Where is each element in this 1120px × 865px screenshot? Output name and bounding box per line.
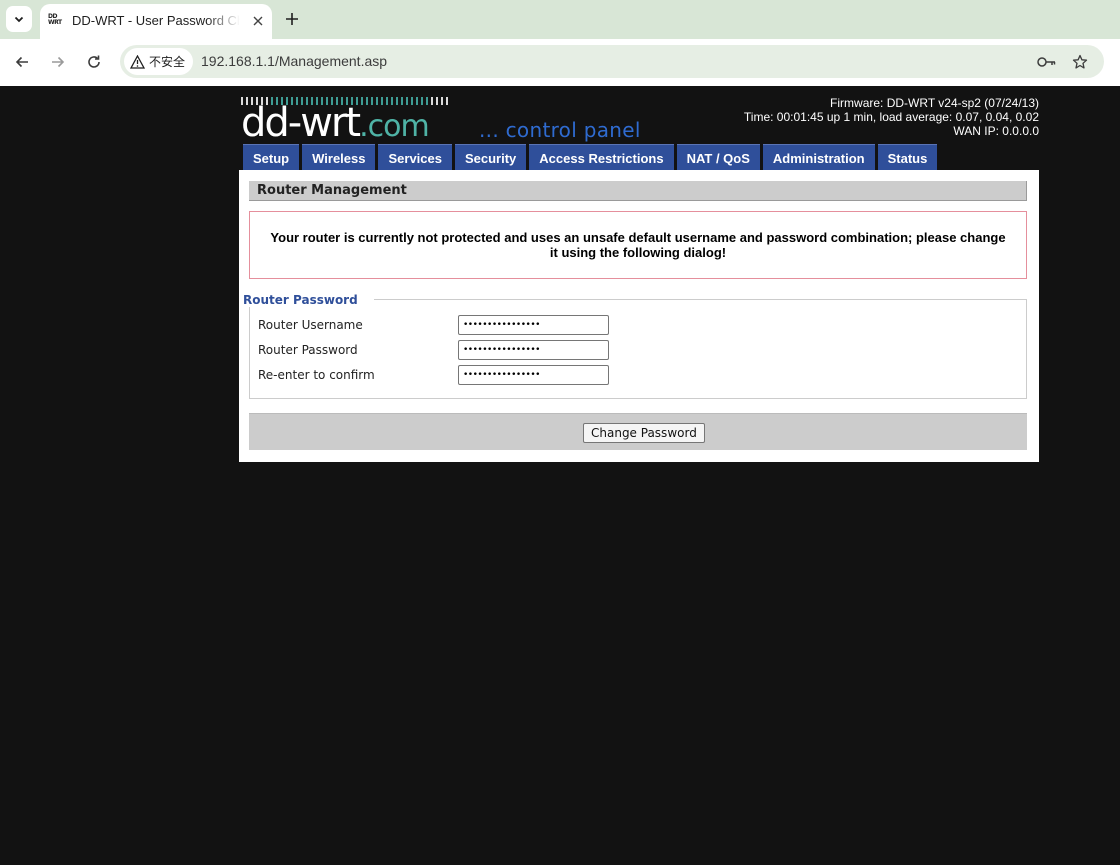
firmware-info: Firmware: DD-WRT v24-sp2 (07/24/13) bbox=[830, 96, 1039, 110]
wan-ip-info: WAN IP: 0.0.0.0 bbox=[953, 124, 1039, 138]
confirm-row: Re-enter to confirm •••••••••••••••• bbox=[258, 365, 1018, 385]
change-password-button[interactable]: Change Password bbox=[583, 423, 705, 443]
router-info: Firmware: DD-WRT v24-sp2 (07/24/13) Time… bbox=[744, 96, 1039, 138]
menu-status[interactable]: Status bbox=[877, 144, 938, 171]
username-field[interactable]: •••••••••••••••• bbox=[458, 315, 609, 335]
router-password-fieldset: Router Username •••••••••••••••• Router … bbox=[249, 299, 1027, 399]
reload-button[interactable] bbox=[82, 50, 106, 74]
security-indicator[interactable]: 不安全 bbox=[124, 48, 194, 75]
address-bar[interactable]: 不安全 192.168.1.1/Management.asp bbox=[120, 45, 1104, 78]
password-key-button[interactable] bbox=[1036, 51, 1058, 73]
browser-tab-bar: DD WRT DD-WRT - User Password Change bbox=[0, 0, 1120, 39]
password-row: Router Password •••••••••••••••• bbox=[258, 340, 1018, 360]
ddwrt-logo: dd-wrt.com ... control panel bbox=[241, 97, 671, 144]
menu-administration[interactable]: Administration bbox=[762, 144, 875, 171]
forward-button[interactable] bbox=[46, 50, 70, 74]
warning-text: Your router is currently not protected a… bbox=[270, 230, 1006, 260]
arrow-right-icon bbox=[52, 56, 65, 68]
ddwrt-favicon-icon: DD WRT bbox=[48, 14, 63, 29]
warning-triangle-icon bbox=[130, 54, 145, 69]
section-title: Router Management bbox=[249, 181, 1027, 201]
chevron-down-icon bbox=[14, 16, 24, 23]
menu-wireless[interactable]: Wireless bbox=[302, 144, 376, 171]
content-panel: Router Management Your router is current… bbox=[239, 170, 1039, 462]
menu-access-restrictions[interactable]: Access Restrictions bbox=[529, 144, 674, 171]
url-text[interactable]: 192.168.1.1/Management.asp bbox=[201, 52, 387, 71]
main-menu: Setup Wireless Services Security Access … bbox=[243, 144, 938, 171]
username-row: Router Username •••••••••••••••• bbox=[258, 315, 1018, 335]
reload-icon bbox=[88, 55, 100, 68]
tab-search-button[interactable] bbox=[6, 6, 32, 32]
logo-word-suffix: .com bbox=[359, 109, 430, 144]
menu-nat-qos[interactable]: NAT / QoS bbox=[676, 144, 760, 171]
username-label: Router Username bbox=[258, 318, 363, 332]
control-panel-label: ... control panel bbox=[479, 118, 641, 142]
confirm-password-field[interactable]: •••••••••••••••• bbox=[458, 365, 609, 385]
tab-close-button[interactable] bbox=[248, 11, 268, 31]
fieldset-legend: Router Password bbox=[243, 293, 374, 307]
uptime-info: Time: 00:01:45 up 1 min, load average: 0… bbox=[743, 110, 1039, 124]
menu-services[interactable]: Services bbox=[378, 144, 452, 171]
confirm-label: Re-enter to confirm bbox=[258, 368, 375, 382]
password-field[interactable]: •••••••••••••••• bbox=[458, 340, 609, 360]
button-bar: Change Password bbox=[249, 413, 1027, 450]
bookmark-button[interactable] bbox=[1069, 51, 1091, 73]
arrow-left-icon bbox=[15, 56, 28, 68]
close-icon bbox=[253, 16, 263, 26]
browser-tab-active[interactable]: DD WRT DD-WRT - User Password Change bbox=[40, 4, 272, 39]
security-label: 不安全 bbox=[149, 54, 186, 69]
back-button[interactable] bbox=[10, 50, 34, 74]
plus-icon bbox=[286, 13, 298, 25]
tab-title: DD-WRT - User Password Change bbox=[72, 13, 240, 28]
menu-setup[interactable]: Setup bbox=[243, 144, 300, 171]
favicon-text-2: WRT bbox=[48, 19, 62, 26]
new-tab-button[interactable] bbox=[281, 8, 303, 30]
logo-wordmark: dd-wrt.com bbox=[241, 100, 430, 147]
browser-toolbar: 不安全 192.168.1.1/Management.asp bbox=[0, 39, 1120, 86]
key-icon bbox=[1037, 57, 1056, 67]
star-icon bbox=[1072, 54, 1088, 69]
password-label: Router Password bbox=[258, 343, 358, 357]
security-warning: Your router is currently not protected a… bbox=[249, 211, 1027, 279]
menu-security[interactable]: Security bbox=[454, 144, 527, 171]
logo-word-main: dd-wrt bbox=[241, 100, 361, 146]
